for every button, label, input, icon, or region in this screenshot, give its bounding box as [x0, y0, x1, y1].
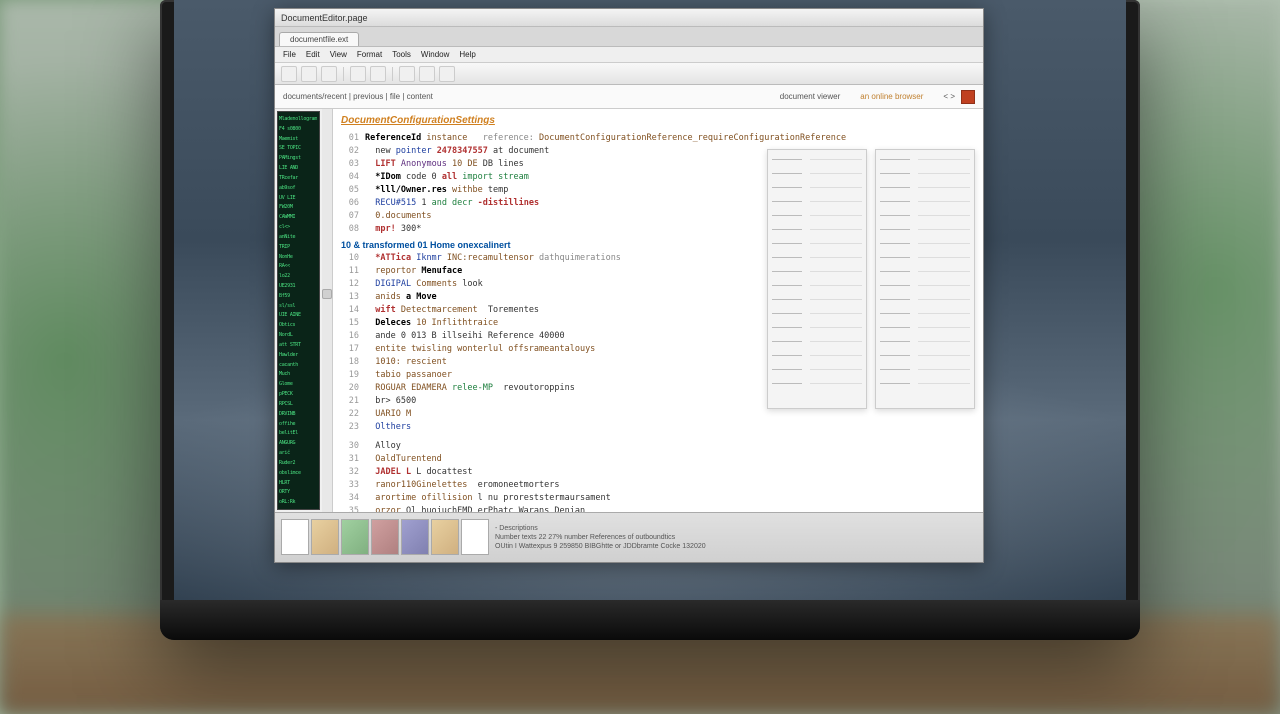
minimap-line: RA<< — [279, 262, 318, 271]
minimap-line: CAWMMI — [279, 213, 318, 222]
minimap-line: sl/ssl — [279, 301, 318, 310]
gutter: MladenollogramF4 s0800MaemistSE TOPICPAM… — [275, 109, 333, 512]
minimap-line: NordL — [279, 331, 318, 340]
window-title: DocumentEditor.page — [281, 13, 368, 23]
minimap-line: HLRT — [279, 478, 318, 487]
menu-window[interactable]: Window — [421, 50, 449, 59]
toolbar-button[interactable] — [350, 66, 366, 82]
status-line: - Descriptions — [495, 525, 977, 532]
thumbnail-strip[interactable] — [281, 519, 489, 557]
toolbar-button[interactable] — [370, 66, 386, 82]
minimap-line: TRIP — [279, 242, 318, 251]
minimap-line: UIE AINE — [279, 311, 318, 320]
minimap-line: cl<> — [279, 223, 318, 232]
outline-panel[interactable] — [875, 149, 975, 409]
page-thumbnail[interactable] — [431, 519, 459, 555]
monitor-screen: DocumentEditor.page documentfile.ext Fil… — [174, 0, 1126, 600]
minimap-line: Maemist — [279, 134, 318, 143]
menu-format[interactable]: Format — [357, 50, 382, 59]
page-thumbnail[interactable] — [311, 519, 339, 555]
toolbar-button[interactable] — [439, 66, 455, 82]
code-heading: DocumentConfigurationSettings — [341, 115, 975, 126]
minimap-line: TRcefar — [279, 173, 318, 182]
minimap-line: NonHe — [279, 252, 318, 261]
header-action-icon[interactable] — [961, 90, 975, 104]
minimap-line: cacanth — [279, 360, 318, 369]
page-thumbnail[interactable] — [461, 519, 489, 555]
minimap-line: LIE AND — [279, 164, 318, 173]
toolbar-button[interactable] — [281, 66, 297, 82]
window-titlebar[interactable]: DocumentEditor.page — [275, 9, 983, 27]
minimap-line: Mladenollogram — [279, 115, 318, 124]
menu-file[interactable]: File — [283, 50, 296, 59]
toolbar — [275, 63, 983, 85]
minimap-line: PAMingst — [279, 154, 318, 163]
minimap-line: UV LIE — [279, 193, 318, 202]
fold-handle-icon[interactable] — [322, 289, 332, 299]
page-thumbnail[interactable] — [341, 519, 369, 555]
minimap-line: obslimce — [279, 468, 318, 477]
toolbar-button[interactable] — [321, 66, 337, 82]
minimap-line: RPCSL — [279, 400, 318, 409]
code-editor[interactable]: DocumentConfigurationSettings 01Referenc… — [333, 109, 983, 512]
minimap-line: lo22 — [279, 272, 318, 281]
header-bar: documents/recent | previous | file | con… — [275, 85, 983, 109]
minimap-line: Glome — [279, 380, 318, 389]
editor-window: DocumentEditor.page documentfile.ext Fil… — [274, 8, 984, 563]
minimap-line: Obtics — [279, 321, 318, 330]
header-section: document viewer — [780, 92, 840, 101]
minimap-line: DRVINB — [279, 409, 318, 418]
minimap-line: F4 s0800 — [279, 124, 318, 133]
minimap-line: belitEl — [279, 429, 318, 438]
minimap-line: ANGURG — [279, 439, 318, 448]
minimap-line: Hawlder — [279, 350, 318, 359]
minimap-line: oRL:Rk — [279, 498, 318, 507]
page-thumbnail[interactable] — [281, 519, 309, 555]
minimap-line: ab9sof — [279, 183, 318, 192]
menu-view[interactable]: View — [330, 50, 347, 59]
toolbar-button[interactable] — [419, 66, 435, 82]
minimap-line: ORTY — [279, 488, 318, 497]
page-thumbnail[interactable] — [371, 519, 399, 555]
minimap-line: arič — [279, 449, 318, 458]
status-bar: - Descriptions Number texts 22 27% numbe… — [275, 512, 983, 562]
menubar: File Edit View Format Tools Window Help — [275, 47, 983, 63]
minimap-line: Much — [279, 370, 318, 379]
minimap-line: SE TOPIC — [279, 144, 318, 153]
minimap-line: pPECK — [279, 390, 318, 399]
monitor-frame: DocumentEditor.page documentfile.ext Fil… — [160, 0, 1140, 640]
status-line: Number texts 22 27% number References of… — [495, 534, 977, 541]
minimap-line: Ruder2 — [279, 458, 318, 467]
toolbar-button[interactable] — [399, 66, 415, 82]
minimap-line: offihe — [279, 419, 318, 428]
menu-help[interactable]: Help — [459, 50, 475, 59]
minimap-line: att STRT — [279, 341, 318, 350]
toolbar-button[interactable] — [301, 66, 317, 82]
document-tab-label: documentfile.ext — [290, 35, 348, 44]
menu-edit[interactable]: Edit — [306, 50, 320, 59]
header-nav[interactable]: < > — [943, 92, 955, 101]
minimap-line: FW20M — [279, 203, 318, 212]
page-thumbnail[interactable] — [401, 519, 429, 555]
minimap-line: anNite — [279, 232, 318, 241]
properties-panel[interactable] — [767, 149, 867, 409]
header-label: an online browser — [860, 92, 923, 101]
minimap-line: Bf59 — [279, 291, 318, 300]
breadcrumb[interactable]: documents/recent | previous | file | con… — [283, 92, 433, 101]
document-tab-strip: documentfile.ext — [275, 27, 983, 47]
status-line: OUtin I Wattexpus 9 259850 BIBGhtte or J… — [495, 543, 977, 550]
minimap[interactable]: MladenollogramF4 s0800MaemistSE TOPICPAM… — [277, 111, 320, 510]
menu-tools[interactable]: Tools — [392, 50, 411, 59]
minimap-line: UE2931 — [279, 282, 318, 291]
document-tab[interactable]: documentfile.ext — [279, 32, 359, 46]
